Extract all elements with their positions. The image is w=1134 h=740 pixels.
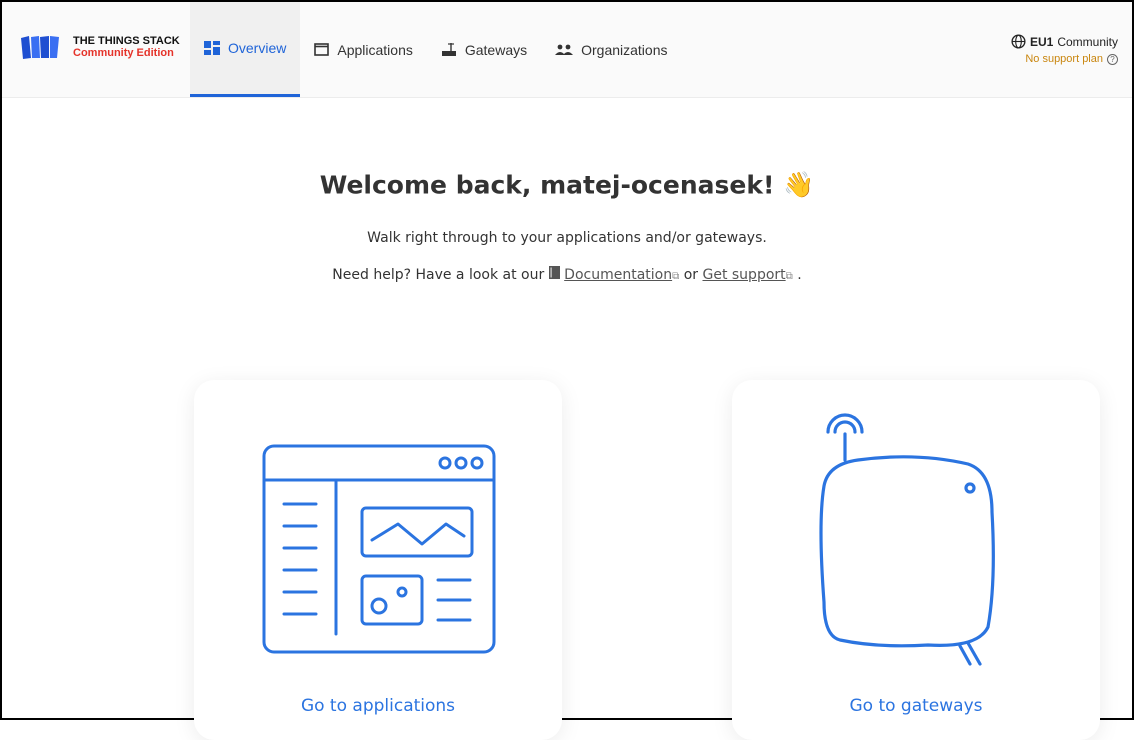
brand-logo[interactable]: THE THINGS STACK Community Edition <box>19 34 180 60</box>
applications-card[interactable]: Go to applications <box>194 380 562 740</box>
gateway-icon <box>441 43 456 56</box>
nav-gateways[interactable]: Gateways <box>427 2 541 97</box>
help-text: Need help? Have a look at our Documentat… <box>2 266 1132 283</box>
top-header: THE THINGS STACK Community Edition Overv… <box>2 2 1132 98</box>
application-dashboard-icon <box>262 444 496 654</box>
support-plan[interactable]: No support plan ? <box>1011 53 1118 65</box>
main-nav: Overview Applications Gateways Organizat… <box>190 2 682 97</box>
nav-overview-label: Overview <box>228 40 287 56</box>
support-plan-label: No support plan <box>1025 53 1103 65</box>
tts-logo-icon <box>21 36 59 59</box>
gateway-device-icon <box>819 413 995 666</box>
book-icon <box>548 266 560 279</box>
go-to-gateways-link[interactable]: Go to gateways <box>732 696 1100 716</box>
help-or: or <box>683 267 699 283</box>
documentation-link[interactable]: Documentation <box>564 267 672 283</box>
intro-text: Walk right through to your applications … <box>367 230 767 246</box>
get-support-link[interactable]: Get support <box>702 267 785 283</box>
nav-gateways-label: Gateways <box>464 41 528 58</box>
brand-title: THE THINGS STACK <box>73 35 180 47</box>
nav-applications[interactable]: Applications <box>300 2 427 97</box>
grid-icon <box>204 41 220 55</box>
globe-icon <box>1011 34 1026 49</box>
people-icon <box>555 44 574 55</box>
nav-overview[interactable]: Overview <box>190 2 301 97</box>
region-selector[interactable]: EU1 Community No support plan ? <box>1011 34 1118 65</box>
go-to-applications-link[interactable]: Go to applications <box>194 696 562 716</box>
brand-subtitle: Community Edition <box>73 47 174 59</box>
nav-organizations[interactable]: Organizations <box>541 2 681 97</box>
welcome-heading: Welcome back, matej-ocenasek! 👋 <box>2 169 1132 200</box>
help-prefix: Need help? Have a look at our <box>332 267 545 283</box>
window-icon <box>314 43 330 56</box>
region-label: Community <box>1057 34 1118 49</box>
welcome-title: Welcome back, matej-ocenasek! <box>319 170 775 200</box>
external-link-icon: ⧉ <box>672 271 680 282</box>
waving-hand-icon: 👋 <box>783 170 815 199</box>
nav-organizations-label: Organizations <box>581 41 668 58</box>
nav-applications-label: Applications <box>337 41 413 58</box>
external-link-icon: ⧉ <box>785 271 793 282</box>
gateways-card[interactable]: Go to gateways <box>732 380 1100 740</box>
help-suffix: . <box>797 267 802 283</box>
help-circle-icon: ? <box>1107 53 1118 65</box>
region-name: EU1 <box>1029 34 1054 49</box>
